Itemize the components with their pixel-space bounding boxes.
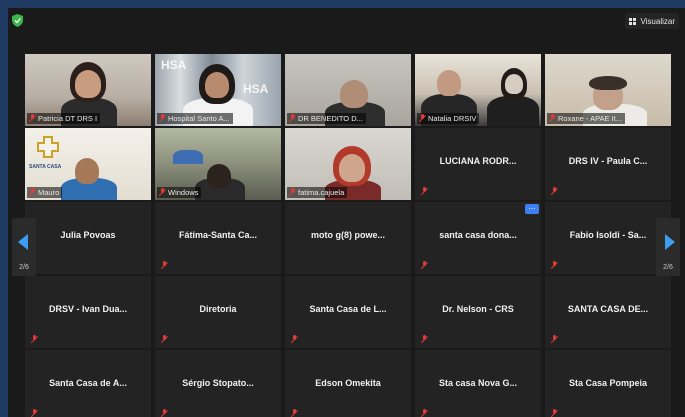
santa-casa-logo-icon — [37, 136, 59, 158]
participant-tile[interactable]: Dr. Nelson - CRS — [415, 276, 541, 348]
participant-name: Roxane - APAE It... — [558, 114, 623, 123]
muted-mic-icon — [421, 409, 428, 417]
video-tile[interactable]: Natalia DRSIV — [415, 54, 541, 126]
participant-name: Santa Casa de A... — [49, 378, 127, 388]
participant-tile[interactable]: Sérgio Stopato... — [155, 350, 281, 417]
muted-mic-icon — [31, 409, 38, 417]
participant-name: Sta casa Nova G... — [438, 378, 518, 388]
view-button-label: Visualizar — [640, 16, 675, 26]
santa-casa-logo-text: SANTA CASA — [29, 164, 62, 170]
participant-tile[interactable]: ... santa casa dona... — [415, 202, 541, 274]
participant-name: DRS IV - Paula C... — [568, 156, 648, 166]
muted-mic-icon — [159, 114, 166, 123]
participant-tile[interactable]: SANTA CASA DE... — [545, 276, 671, 348]
participant-tile[interactable]: Diretoria — [155, 276, 281, 348]
participant-name: Hospital Santo A... — [168, 114, 230, 123]
participant-name: Mauro — [38, 188, 60, 197]
video-tile[interactable]: Windows — [155, 128, 281, 200]
muted-mic-icon — [29, 188, 36, 197]
hsa-logo-text: HSA — [243, 82, 269, 96]
chevron-right-icon — [665, 234, 675, 250]
participant-tile[interactable]: Fátima-Santa Ca... — [155, 202, 281, 274]
participant-name: Diretoria — [199, 304, 237, 314]
participant-tile[interactable]: moto g(8) powe... — [285, 202, 411, 274]
participant-name: Windows — [168, 188, 199, 197]
participant-name: LUCIANA RODR... — [439, 156, 517, 166]
video-tile[interactable]: DR BENEDITO D... — [285, 54, 411, 126]
participant-tile[interactable]: Julia Povoas — [25, 202, 151, 274]
participant-tile[interactable]: Edson Omekita — [285, 350, 411, 417]
participant-tile[interactable]: Santa Casa de A... — [25, 350, 151, 417]
hsa-logo-text: HSA — [161, 58, 187, 72]
participant-name: SANTA CASA DE... — [567, 304, 649, 314]
participant-name: Fátima-Santa Ca... — [178, 230, 258, 240]
participant-name: Patricia DT DRS I — [38, 114, 98, 123]
grid-view-icon — [629, 17, 637, 25]
desktop-background-left — [0, 0, 8, 417]
muted-mic-icon — [159, 188, 166, 197]
view-button[interactable]: Visualizar — [625, 13, 679, 29]
shield-icon[interactable] — [12, 14, 23, 27]
muted-mic-icon — [549, 114, 556, 123]
participant-tile[interactable]: Fabio Isoldi - Sa... — [545, 202, 671, 274]
participant-name: moto g(8) powe... — [311, 230, 385, 240]
muted-mic-icon — [551, 335, 558, 344]
meeting-topbar: Visualizar — [8, 8, 685, 34]
participant-tile[interactable]: LUCIANA RODR... — [415, 128, 541, 200]
muted-mic-icon — [551, 261, 558, 270]
more-options-button[interactable]: ... — [525, 203, 539, 214]
muted-mic-icon — [289, 114, 296, 123]
muted-mic-icon — [551, 409, 558, 417]
video-tile[interactable]: Patricia DT DRS I — [25, 54, 151, 126]
chevron-left-icon — [18, 234, 28, 250]
page-indicator: 2/6 — [19, 264, 29, 271]
participant-name: fatima.cajuela — [298, 188, 345, 197]
video-tile[interactable]: Roxane - APAE It... — [545, 54, 671, 126]
muted-mic-icon — [291, 335, 298, 344]
muted-mic-icon — [161, 335, 168, 344]
muted-mic-icon — [31, 335, 38, 344]
video-tile[interactable]: SANTA CASA Mauro — [25, 128, 151, 200]
video-tile[interactable]: HSA HSA Hospital Santo A... — [155, 54, 281, 126]
participant-name: Julia Povoas — [60, 230, 116, 240]
next-page-button[interactable]: 2/6 — [656, 218, 680, 276]
muted-mic-icon — [291, 409, 298, 417]
previous-page-button[interactable]: 2/6 — [12, 218, 36, 276]
participant-tile[interactable]: Santa Casa de L... — [285, 276, 411, 348]
participant-name: Sérgio Stopato... — [182, 378, 254, 388]
participant-name: Sta Casa Pompeia — [568, 378, 648, 388]
muted-mic-icon — [421, 187, 428, 196]
participant-name: Dr. Nelson - CRS — [442, 304, 514, 314]
muted-mic-icon — [289, 188, 296, 197]
muted-mic-icon — [161, 261, 168, 270]
video-tile[interactable]: fatima.cajuela — [285, 128, 411, 200]
participant-tile[interactable]: DRS IV - Paula C... — [545, 128, 671, 200]
muted-mic-icon — [419, 114, 426, 123]
page-indicator: 2/6 — [663, 264, 673, 271]
participant-name: DRSV - Ivan Dua... — [48, 304, 128, 314]
participant-name: DR BENEDITO D... — [298, 114, 363, 123]
desktop-background-top — [0, 0, 685, 8]
muted-mic-icon — [551, 187, 558, 196]
participant-tile[interactable]: DRSV - Ivan Dua... — [25, 276, 151, 348]
muted-mic-icon — [421, 335, 428, 344]
participant-tile[interactable]: Sta Casa Pompeia — [545, 350, 671, 417]
participant-name: Santa Casa de L... — [309, 304, 387, 314]
participant-name: Natalia DRSIV — [428, 114, 477, 123]
meeting-window: Visualizar Patricia DT DRS I HSA HSA Hos… — [8, 8, 685, 417]
participant-name: Edson Omekita — [315, 378, 381, 388]
participant-name: santa casa dona... — [439, 230, 517, 240]
participant-name: Fabio Isoldi - Sa... — [569, 230, 647, 240]
participant-tile[interactable]: Sta casa Nova G... — [415, 350, 541, 417]
muted-mic-icon — [421, 261, 428, 270]
muted-mic-icon — [161, 409, 168, 417]
muted-mic-icon — [29, 114, 36, 123]
